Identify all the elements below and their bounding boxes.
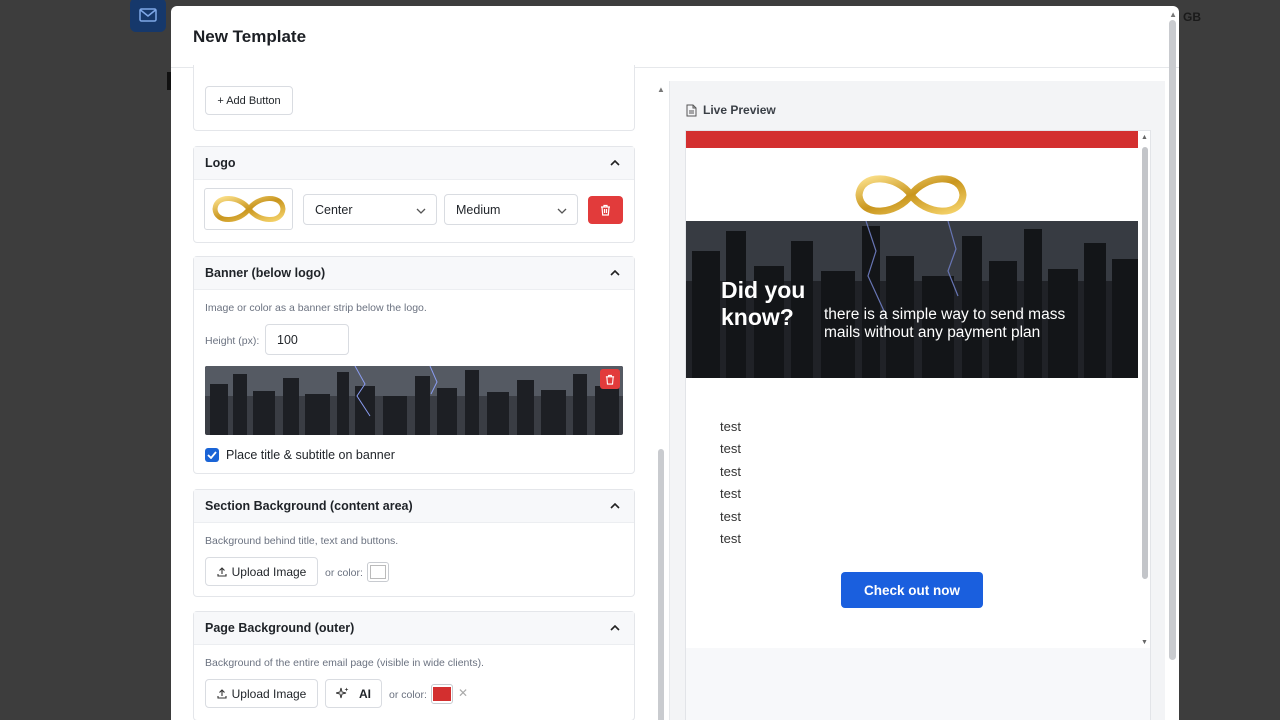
logo-card-header[interactable]: Logo <box>194 147 634 180</box>
page-bg-hint: Background of the entire email page (vis… <box>205 657 484 669</box>
logo-size-value: Medium <box>456 202 501 217</box>
chevron-up-icon[interactable] <box>608 156 622 170</box>
place-title-checkbox[interactable] <box>205 448 219 462</box>
body-line: test <box>720 508 741 524</box>
modal-scrollbar[interactable] <box>1169 20 1176 660</box>
logo-card-title: Logo <box>205 156 236 170</box>
infinity-logo-icon <box>211 196 286 222</box>
body-line: test <box>720 530 741 546</box>
page-upload-image-button[interactable]: Upload Image <box>205 679 318 708</box>
preview-scrollbar[interactable] <box>1142 147 1148 579</box>
logo-card: Logo Center Medium <box>193 146 635 243</box>
page-upload-label: Upload Image <box>231 686 307 701</box>
mail-app-icon[interactable] <box>130 0 166 32</box>
banner-card: Banner (below logo) Image or color as a … <box>193 256 635 474</box>
chevron-up-icon[interactable] <box>608 266 622 280</box>
modal-header: New Template <box>171 6 1179 68</box>
email-banner: Did you know? there is a simple way to s… <box>686 221 1138 378</box>
editor-scrollbar[interactable] <box>658 449 664 720</box>
trash-icon <box>601 204 610 216</box>
sparkles-icon <box>336 687 349 699</box>
email-body-text: test test test test test test <box>720 416 741 550</box>
body-line: test <box>720 486 741 502</box>
page-bg-card-title: Page Background (outer) <box>205 621 355 635</box>
logo-thumbnail[interactable] <box>204 188 293 230</box>
email-logo <box>852 169 970 226</box>
section-background-card: Section Background (content area) Backgr… <box>193 489 635 597</box>
banner-height-label: Height (px): <box>205 335 260 347</box>
section-bg-hint: Background behind title, text and button… <box>205 535 399 547</box>
section-color-swatch[interactable] <box>367 562 389 582</box>
section-or-color-label: or color: <box>325 567 363 579</box>
body-line: test <box>720 419 741 434</box>
language-badge[interactable]: GB <box>1183 10 1201 24</box>
chevron-down-icon <box>557 203 567 217</box>
section-upload-label: Upload Image <box>231 564 307 579</box>
section-bg-card-header[interactable]: Section Background (content area) <box>194 490 634 523</box>
infinity-logo-icon <box>855 175 967 215</box>
banner-subtitle: there is a simple way to send mass mails… <box>824 306 1066 341</box>
delete-logo-button[interactable] <box>588 196 623 224</box>
delete-banner-button[interactable] <box>600 369 620 389</box>
chevron-down-icon <box>416 203 426 217</box>
cta-button[interactable]: Check out now <box>841 572 983 608</box>
upload-icon <box>217 566 227 577</box>
page-bg-ai-label: AI <box>359 686 371 701</box>
logo-alignment-value: Center <box>315 202 353 217</box>
preview-panel: Live Preview Did you know? there is a si… <box>669 81 1165 720</box>
page-background-card: Page Background (outer) Background of th… <box>193 611 635 720</box>
page-color-fill <box>433 687 451 701</box>
banner-title: Did you know? <box>721 277 806 330</box>
page-or-color-label: or color: <box>389 689 427 701</box>
banner-height-input[interactable]: 100 <box>265 324 349 355</box>
preview-scroll-down-arrow[interactable]: ▼ <box>1141 639 1148 646</box>
banner-card-title: Banner (below logo) <box>205 266 326 280</box>
logo-size-select[interactable]: Medium <box>444 194 578 225</box>
email-preview-frame: Did you know? there is a simple way to s… <box>685 130 1151 650</box>
buttons-card: + Add Button <box>193 65 635 131</box>
section-bg-card-title: Section Background (content area) <box>205 499 413 513</box>
clear-color-icon[interactable]: ✕ <box>458 686 468 700</box>
section-color-fill <box>370 565 386 579</box>
body-line: test <box>720 463 741 479</box>
add-button-button[interactable]: + Add Button <box>205 86 293 115</box>
page-color-swatch[interactable] <box>431 684 453 704</box>
email-top-accent-bar <box>686 131 1138 148</box>
page-bg-card-header[interactable]: Page Background (outer) <box>194 612 634 645</box>
section-upload-image-button[interactable]: Upload Image <box>205 557 318 586</box>
live-preview-label: Live Preview <box>703 103 776 117</box>
add-button-label: + Add Button <box>217 94 281 107</box>
body-line: test <box>720 441 741 457</box>
page-bg-ai-button[interactable]: AI <box>325 679 382 708</box>
place-title-label[interactable]: Place title & subtitle on banner <box>226 448 395 462</box>
upload-icon <box>217 688 227 699</box>
live-preview-heading: Live Preview <box>686 103 776 117</box>
banner-hint: Image or color as a banner strip below t… <box>205 302 427 314</box>
check-icon <box>207 451 217 459</box>
chevron-up-icon[interactable] <box>608 499 622 513</box>
editor-panel: ▲ + Add Button Logo Center Medium Banner… <box>171 65 668 720</box>
logo-alignment-select[interactable]: Center <box>303 194 437 225</box>
banner-card-header[interactable]: Banner (below logo) <box>194 257 634 290</box>
chevron-up-icon[interactable] <box>608 621 622 635</box>
preview-scroll-up-arrow[interactable]: ▲ <box>1141 134 1148 141</box>
editor-scroll-up-arrow[interactable]: ▲ <box>657 85 665 94</box>
modal-title: New Template <box>193 26 307 46</box>
new-template-modal: New Template ▲ ▲ + Add Button Logo Cente… <box>171 6 1179 720</box>
email-page-background-area <box>685 648 1151 720</box>
modal-scroll-up-arrow[interactable]: ▲ <box>1169 10 1177 19</box>
document-icon <box>686 104 697 116</box>
banner-image-thumbnail <box>205 366 623 435</box>
trash-icon <box>605 374 615 385</box>
